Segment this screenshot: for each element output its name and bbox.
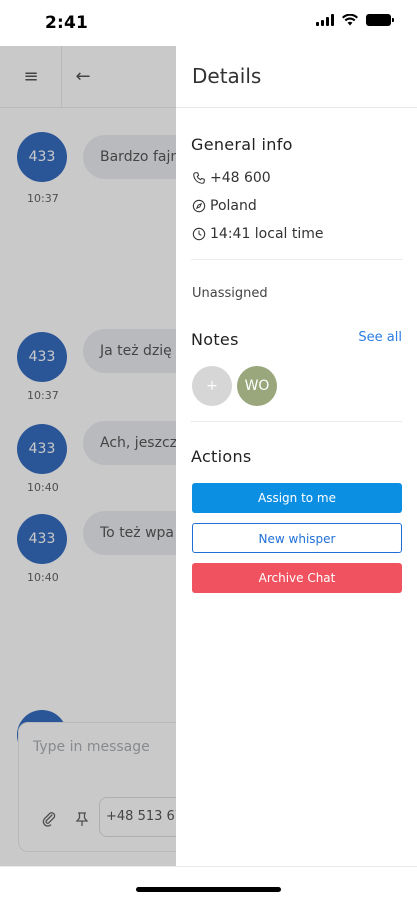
home-area — [0, 866, 417, 900]
actions-heading: Actions — [191, 447, 252, 466]
home-indicator[interactable] — [136, 887, 281, 892]
assignment-status: Unassigned — [192, 286, 268, 301]
battery-icon — [366, 14, 394, 26]
general-info-heading: General info — [191, 135, 293, 154]
assign-to-me-button[interactable]: Assign to me — [192, 483, 402, 513]
local-time: 14:41 local time — [210, 226, 324, 242]
phone-row: +48 600 — [192, 170, 271, 186]
phone-number[interactable]: +48 600 — [210, 170, 271, 186]
country-name: Poland — [210, 198, 257, 214]
cellular-signal-icon — [316, 14, 334, 26]
divider — [191, 421, 402, 422]
details-header: Details — [176, 46, 417, 108]
details-title: Details — [192, 64, 262, 88]
wifi-icon — [342, 14, 358, 26]
note-author-avatar[interactable]: WO — [237, 366, 277, 406]
status-bar: 2:41 — [0, 0, 417, 46]
compass-icon — [192, 199, 206, 213]
local-time-row: 14:41 local time — [192, 226, 324, 242]
see-all-notes-link[interactable]: See all — [358, 330, 402, 345]
dim-overlay[interactable] — [0, 46, 176, 866]
divider — [191, 259, 402, 260]
notes-heading: Notes — [191, 330, 239, 349]
new-whisper-button[interactable]: New whisper — [192, 523, 402, 553]
status-icons — [316, 14, 394, 26]
clock-icon — [192, 227, 206, 241]
phone-icon — [193, 172, 205, 184]
add-note-button[interactable]: + — [192, 366, 232, 406]
country-row: Poland — [192, 198, 257, 214]
details-panel: Details General info +48 600 Poland 14:4… — [176, 46, 417, 866]
status-time: 2:41 — [45, 13, 89, 33]
archive-chat-button[interactable]: Archive Chat — [192, 563, 402, 593]
